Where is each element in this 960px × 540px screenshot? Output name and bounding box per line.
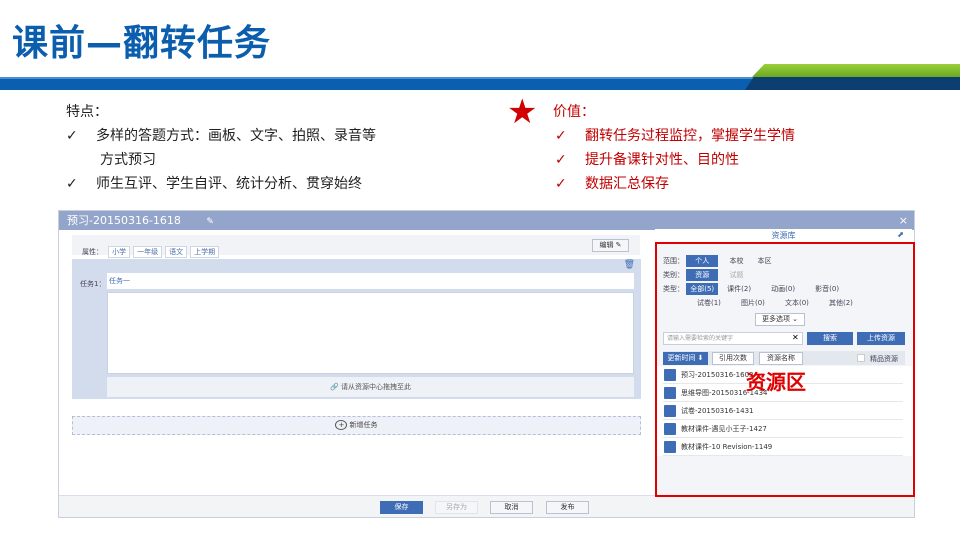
task-name-input[interactable]: 任务一 bbox=[107, 273, 634, 289]
attr-tag[interactable]: 上学期 bbox=[190, 246, 220, 258]
check-icon: ✓ bbox=[555, 152, 567, 168]
dialog-title: 预习-20150316-1618 bbox=[67, 214, 181, 227]
check-icon: ✓ bbox=[66, 128, 78, 144]
values-heading: 价值： bbox=[553, 104, 595, 120]
features-heading: 特点： bbox=[66, 104, 108, 120]
check-icon: ✓ bbox=[555, 128, 567, 144]
feature-item: 方式预习 bbox=[100, 152, 156, 168]
check-icon: ✓ bbox=[555, 176, 567, 192]
expand-icon[interactable]: ⬈ bbox=[897, 230, 904, 239]
attr-tag[interactable]: 语文 bbox=[165, 246, 188, 258]
check-icon: ✓ bbox=[66, 176, 78, 192]
task-content-textarea[interactable] bbox=[107, 292, 634, 374]
edit-label: 编辑 bbox=[599, 241, 614, 249]
star-icon: ★ bbox=[507, 92, 538, 132]
task-label: 任务1： bbox=[80, 280, 106, 288]
value-item: 翻转任务过程监控，掌握学生学情 bbox=[585, 128, 795, 144]
slide-title: 课前—翻转任务 bbox=[12, 23, 272, 64]
save-button[interactable]: 保存 bbox=[380, 501, 423, 514]
value-item: 数据汇总保存 bbox=[585, 176, 669, 192]
features-list: 特点： ✓ 多样的答题方式：画板、文字、拍照、录音等 方式预习 ✓ 师生互评、学生自… bbox=[66, 100, 376, 196]
feature-item: 多样的答题方式：画板、文字、拍照、录音等 bbox=[96, 128, 376, 144]
add-task-button[interactable]: + 新增任务 bbox=[72, 416, 641, 435]
add-task-label: 新增任务 bbox=[349, 421, 378, 429]
attr-tag[interactable]: 一年级 bbox=[133, 246, 163, 258]
resource-drop-zone[interactable]: 🔗 请从资源中心拖拽至此 bbox=[107, 377, 634, 397]
close-icon[interactable]: × bbox=[899, 211, 908, 230]
trash-icon[interactable]: 🗑 bbox=[624, 260, 635, 270]
dialog-titlebar: 预习-20150316-1618 ✎ × bbox=[59, 211, 914, 230]
value-item: 提升备课针对性、目的性 bbox=[585, 152, 739, 168]
resource-highlight-box bbox=[655, 242, 915, 497]
dialog-footer: 保存 另存为 取消 发布 bbox=[59, 495, 914, 517]
header-band-accent bbox=[745, 77, 960, 90]
rename-icon[interactable]: ✎ bbox=[206, 217, 214, 227]
edit-button[interactable]: 编辑 ✎ bbox=[592, 239, 629, 252]
task-panel: 🗑 任务1： 任务一 🔗 请从资源中心拖拽至此 bbox=[72, 259, 641, 399]
attributes-row: 属性： 小学 一年级 语文 上学期 编辑 ✎ bbox=[72, 235, 640, 258]
values-list: ✓ 翻转任务过程监控，掌握学生学情 ✓ 提升备课针对性、目的性 ✓ 数据汇总保存 bbox=[555, 124, 795, 196]
attributes-label: 属性： bbox=[82, 248, 103, 256]
publish-button[interactable]: 发布 bbox=[546, 501, 589, 514]
header-band-green bbox=[752, 64, 960, 77]
link-icon: 🔗 bbox=[330, 383, 341, 391]
attr-tag[interactable]: 小学 bbox=[108, 246, 131, 258]
feature-item: 师生互评、学生自评、统计分析、贯穿始终 bbox=[96, 176, 362, 192]
plus-circle-icon: + bbox=[335, 420, 348, 430]
resource-title: 资源库 bbox=[655, 229, 912, 242]
cancel-button[interactable]: 取消 bbox=[490, 501, 533, 514]
save-as-button[interactable]: 另存为 bbox=[435, 501, 478, 514]
drop-hint: 请从资源中心拖拽至此 bbox=[340, 383, 411, 391]
